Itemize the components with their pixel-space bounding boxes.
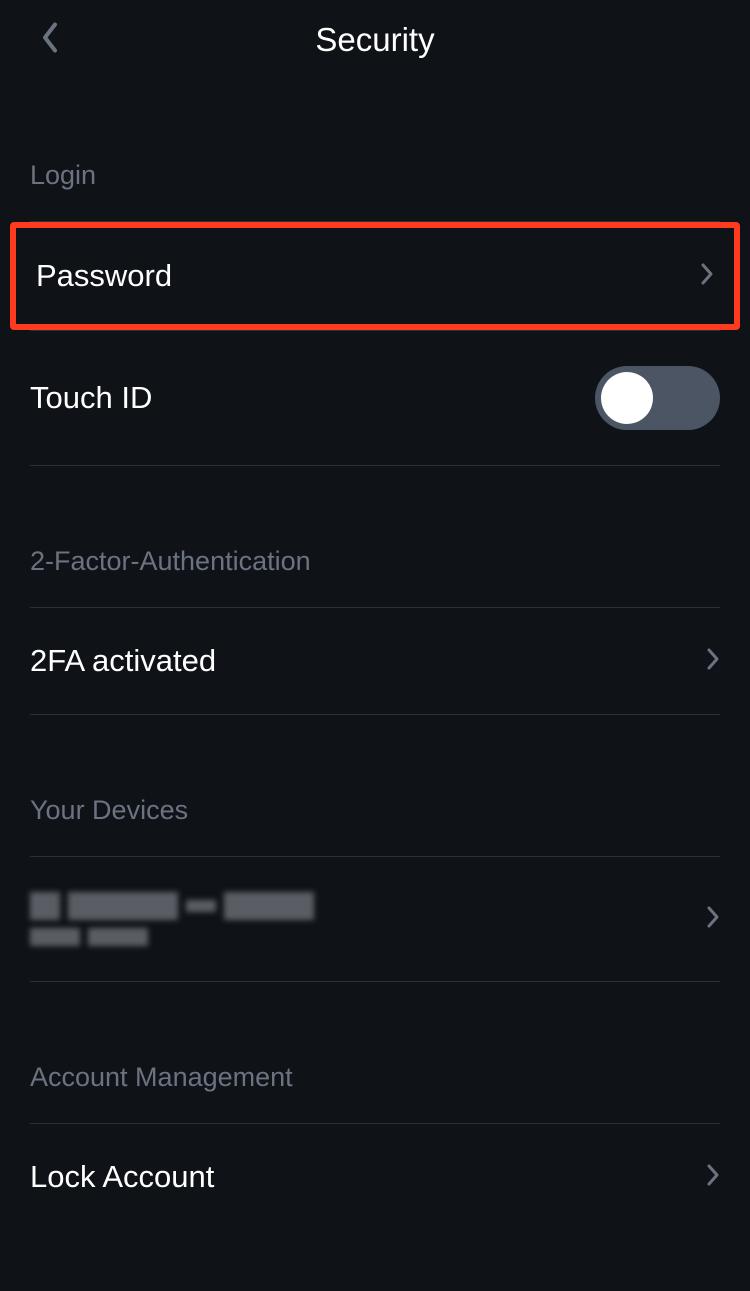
header: Security: [0, 0, 750, 80]
page-title: Security: [315, 21, 434, 59]
toggle-knob: [601, 372, 653, 424]
lock-account-row[interactable]: Lock Account: [30, 1124, 720, 1230]
back-button[interactable]: [40, 21, 60, 60]
touchid-row: Touch ID: [30, 331, 720, 466]
password-row[interactable]: Password: [36, 228, 714, 324]
section-account-title: Account Management: [30, 1062, 720, 1123]
chevron-right-icon: [700, 262, 714, 291]
lock-account-label: Lock Account: [30, 1159, 214, 1195]
section-devices: Your Devices: [0, 795, 750, 982]
touchid-toggle[interactable]: [595, 366, 720, 430]
chevron-left-icon: [40, 21, 60, 60]
section-login-title: Login: [30, 160, 720, 221]
section-2fa: 2-Factor-Authentication 2FA activated: [0, 546, 750, 715]
2fa-row[interactable]: 2FA activated: [30, 608, 720, 715]
chevron-right-icon: [706, 1163, 720, 1192]
section-2fa-title: 2-Factor-Authentication: [30, 546, 720, 607]
touchid-label: Touch ID: [30, 380, 152, 416]
password-label: Password: [36, 258, 172, 294]
section-account: Account Management Lock Account: [0, 1062, 750, 1230]
chevron-right-icon: [706, 905, 720, 934]
chevron-right-icon: [706, 647, 720, 676]
2fa-status-label: 2FA activated: [30, 643, 216, 679]
section-login: Login Password Touch ID: [0, 160, 750, 466]
device-row[interactable]: [30, 857, 720, 982]
password-highlight: Password: [10, 222, 740, 330]
section-devices-title: Your Devices: [30, 795, 720, 856]
device-name-redacted: [30, 892, 314, 946]
